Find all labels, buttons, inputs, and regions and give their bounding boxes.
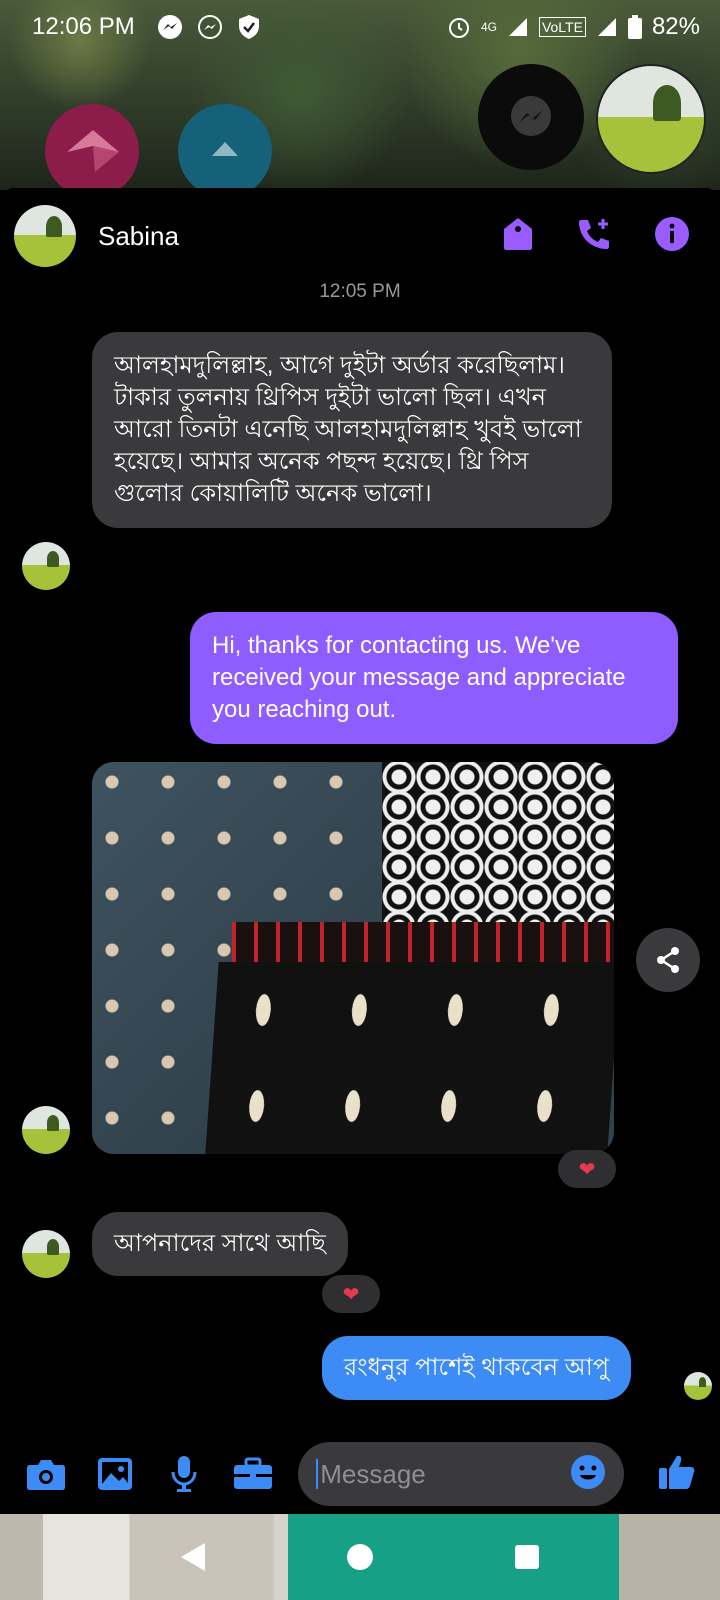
battery-level: 82%	[651, 13, 700, 40]
sender-avatar[interactable]	[22, 1230, 70, 1278]
chat-header: Sabina	[0, 188, 720, 284]
chat-head-messenger[interactable]	[478, 64, 584, 170]
message-timestamp: 12:05 PM	[319, 281, 401, 302]
share-button[interactable]	[636, 928, 700, 992]
contact-name[interactable]: Sabina	[98, 221, 179, 252]
chat-head-sabina[interactable]	[596, 64, 706, 174]
signal-icon-2	[596, 16, 618, 38]
message-text: আলহামদুলিল্লাহ, আগে দুইটা অর্ডার করেছিলা…	[114, 352, 582, 507]
network-type: 4G	[480, 20, 497, 34]
heart-reaction[interactable]: ❤	[322, 1275, 380, 1313]
shield-check-icon	[237, 14, 261, 40]
arrow-up-icon	[212, 142, 238, 156]
briefcase-icon[interactable]	[231, 1452, 274, 1496]
outgoing-message[interactable]: Hi, thanks for contacting us. We've rece…	[190, 612, 678, 744]
add-call-icon[interactable]	[576, 217, 612, 256]
recents-button[interactable]	[515, 1545, 539, 1569]
signal-icon	[507, 16, 529, 38]
photo-fabric-red-border	[232, 922, 614, 964]
message-text: রংধনুর পাশেই থাকবেন আপু	[344, 1354, 609, 1381]
message-text: Hi, thanks for contacting us. We've rece…	[212, 632, 626, 723]
seen-receipt-avatar	[684, 1372, 712, 1400]
message-text: আপনাদের সাথে আছি	[114, 1230, 326, 1257]
microphone-icon[interactable]	[162, 1452, 205, 1496]
chat-head-app-icon[interactable]	[45, 104, 139, 198]
incoming-message[interactable]: আলহামদুলিল্লাহ, আগে দুইটা অর্ডার করেছিলা…	[92, 332, 612, 528]
tag-icon[interactable]	[502, 217, 534, 256]
contact-avatar[interactable]	[14, 205, 76, 267]
camera-icon[interactable]	[24, 1452, 67, 1496]
status-bar: 12:06 PM 4G VoLTE 82%	[0, 0, 720, 54]
message-input[interactable]	[320, 1458, 561, 1490]
sender-avatar[interactable]	[22, 1106, 70, 1154]
messenger-icon	[511, 96, 551, 136]
photo-fabric-dotted	[382, 762, 614, 932]
info-icon[interactable]	[654, 216, 690, 257]
photo-fabric-leaf-print	[205, 962, 614, 1154]
messenger-notification-icon	[157, 14, 183, 40]
home-button[interactable]	[347, 1544, 373, 1570]
message-input-field[interactable]	[298, 1442, 624, 1506]
paper-crane-icon	[67, 130, 119, 172]
outgoing-message[interactable]: রংধনুর পাশেই থাকবেন আপু	[322, 1336, 631, 1400]
volte-badge: VoLTE	[538, 17, 586, 37]
message-composer	[0, 1434, 720, 1514]
chat-head-collapse[interactable]	[178, 104, 272, 198]
status-time: 12:06 PM	[32, 13, 135, 40]
system-nav-bar	[0, 1514, 720, 1600]
emoji-icon[interactable]	[570, 1454, 606, 1495]
heart-reaction[interactable]: ❤	[558, 1150, 616, 1188]
image-icon[interactable]	[93, 1452, 136, 1496]
back-button[interactable]	[181, 1543, 205, 1571]
battery-icon	[627, 15, 642, 39]
share-icon	[657, 947, 679, 973]
sender-avatar[interactable]	[22, 542, 70, 590]
messenger-notification-icon-2	[197, 14, 223, 40]
thumbs-up-icon[interactable]	[658, 1453, 696, 1496]
photo-message[interactable]	[92, 762, 614, 1154]
incoming-message[interactable]: আপনাদের সাথে আছি	[92, 1212, 348, 1276]
alarm-icon	[447, 15, 471, 39]
text-caret	[316, 1459, 319, 1489]
